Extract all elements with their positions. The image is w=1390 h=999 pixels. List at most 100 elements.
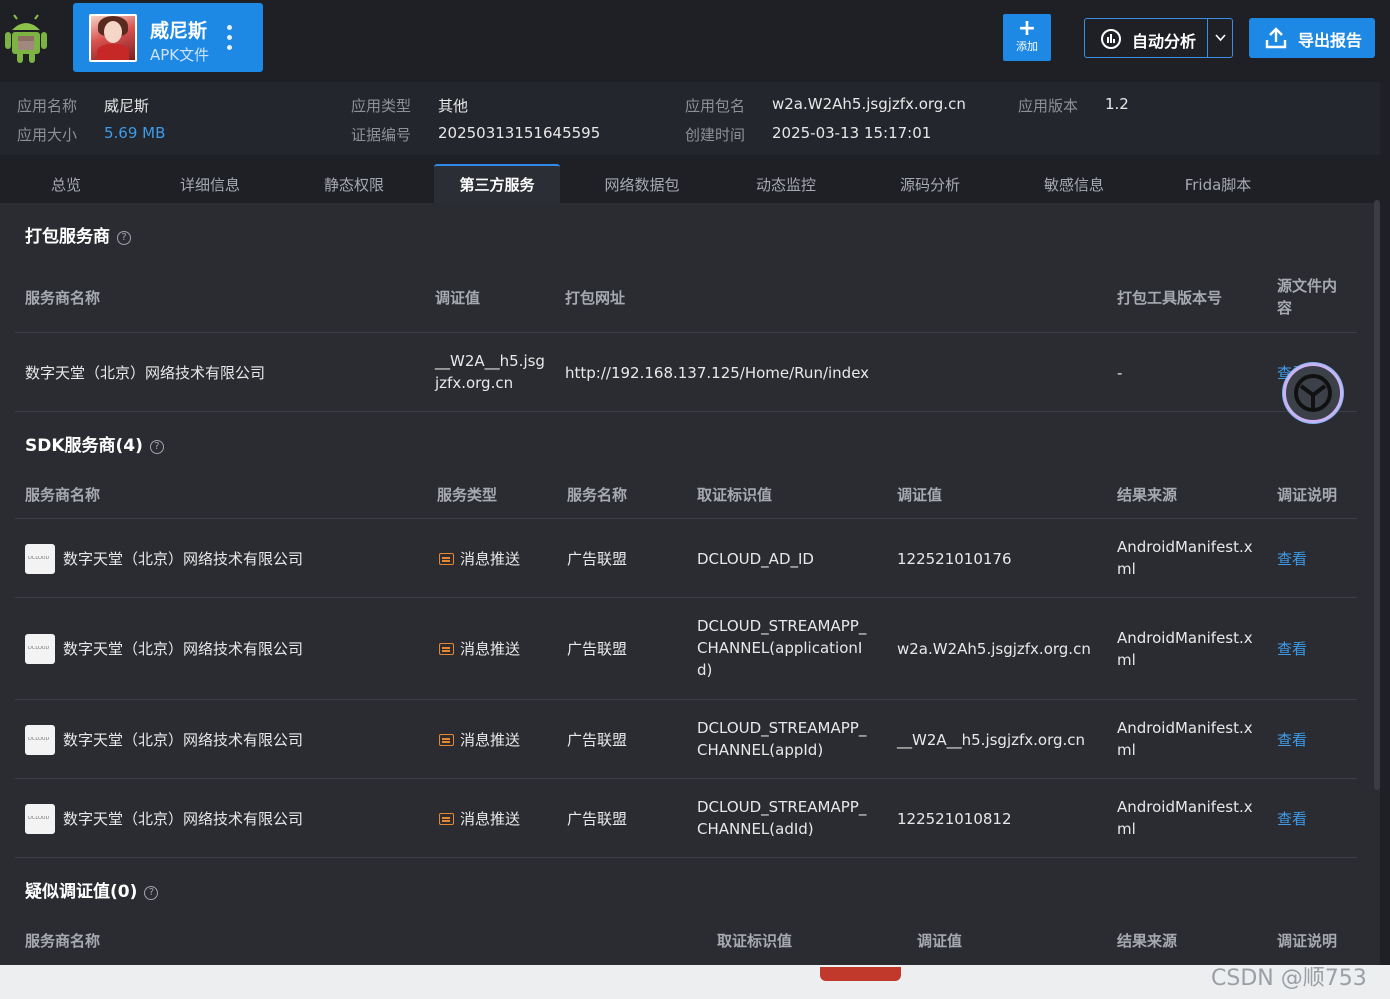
sdk-evidence: w2a.W2Ah5.jsgjzfx.org.cn — [897, 640, 1091, 658]
message-push-icon — [439, 734, 454, 746]
app-size-value: 5.69 MB — [104, 124, 166, 142]
col-provider-name: 服务商名称 — [25, 289, 101, 307]
col-source-content: 源文件内容 — [1277, 277, 1338, 317]
sdk-provider: 数字天堂（北京）网络技术有限公司 — [63, 640, 304, 658]
version-key: 应用版本 — [1018, 97, 1079, 115]
sdk-service-name: 广告联盟 — [567, 810, 628, 828]
tab-third-party-services[interactable]: 第三方服务 — [434, 164, 560, 204]
divider — [15, 778, 1357, 779]
export-report-button[interactable]: 导出报告 — [1249, 18, 1375, 58]
sdk-service-type: 消息推送 — [439, 638, 520, 660]
created-value: 2025-03-13 15:17:01 — [772, 124, 932, 142]
tab-overview[interactable]: 总览 — [3, 164, 129, 204]
sdk-view-link[interactable]: 查看 — [1277, 808, 1307, 830]
col-evidence: 调证值 — [435, 289, 481, 307]
page-footer-strip — [0, 965, 1390, 999]
suspect-section-title: 疑似调证值(0)? — [25, 877, 159, 902]
watermark: CSDN @顺753 — [1211, 966, 1367, 991]
packer-url: http://192.168.137.125/Home/Run/index — [565, 364, 870, 382]
tab-bar: 总览 详细信息 静态权限 第三方服务 网络数据包 动态监控 源码分析 敏感信息 … — [0, 164, 1380, 204]
export-report-label: 导出报告 — [1298, 31, 1363, 50]
packer-provider: 数字天堂（北京）网络技术有限公司 — [25, 364, 266, 382]
created-key: 创建时间 — [685, 126, 746, 144]
tab-frida-script[interactable]: Frida脚本 — [1155, 164, 1281, 204]
packer-section-title: 打包服务商? — [25, 222, 131, 247]
divider — [15, 699, 1357, 700]
cert-no-key: 证据编号 — [351, 126, 412, 144]
vertical-scrollbar[interactable] — [1374, 200, 1380, 790]
auto-analyze-button[interactable]: 自动分析 — [1084, 18, 1233, 58]
sdk-view-link[interactable]: 查看 — [1277, 548, 1307, 570]
app-card[interactable]: 威尼斯 APK文件 — [73, 3, 263, 72]
col-evidence-desc: 调证说明 — [1277, 932, 1338, 950]
sdk-provider: 数字天堂（北京）网络技术有限公司 — [63, 550, 304, 568]
sdk-evidence: 122521010176 — [897, 550, 1012, 568]
app-name-key: 应用名称 — [17, 97, 78, 115]
tab-details[interactable]: 详细信息 — [147, 164, 273, 204]
sdk-evidence: 122521010812 — [897, 810, 1012, 828]
app-name-value: 威尼斯 — [104, 97, 150, 115]
sdk-view-link[interactable]: 查看 — [1277, 729, 1307, 751]
packer-tool-version: - — [1117, 364, 1123, 382]
divider — [15, 597, 1357, 598]
button-divider — [1207, 19, 1208, 57]
assistant-float-button[interactable] — [1283, 363, 1343, 423]
col-id-key: 取证标识值 — [697, 486, 773, 504]
sdk-result-source: AndroidManifest.xml — [1117, 538, 1253, 578]
divider — [15, 332, 1357, 333]
help-icon[interactable]: ? — [144, 886, 159, 900]
sdk-id-key: DCLOUD_AD_ID — [697, 550, 814, 568]
app-file-type: APK文件 — [150, 46, 210, 64]
package-value: w2a.W2Ah5.jsgjzfx.org.cn — [772, 95, 966, 113]
sdk-view-link[interactable]: 查看 — [1277, 638, 1307, 660]
app-icon — [89, 14, 137, 62]
tab-static-permissions[interactable]: 静态权限 — [291, 164, 417, 204]
service-type-label: 消息推送 — [460, 810, 521, 828]
packer-title-text: 打包服务商 — [25, 227, 110, 247]
col-evidence: 调证值 — [917, 932, 963, 950]
tab-sensitive-info[interactable]: 敏感信息 — [1011, 164, 1137, 204]
col-pack-url: 打包网址 — [565, 289, 626, 307]
footer-red-tab — [820, 967, 901, 981]
provider-logo-icon: DCLOUD — [25, 725, 55, 755]
tab-source-analysis[interactable]: 源码分析 — [867, 164, 993, 204]
divider — [15, 411, 1357, 412]
sdk-evidence: __W2A__h5.jsgjzfx.org.cn — [897, 731, 1086, 749]
sdk-id-key: DCLOUD_STREAMAPP_CHANNEL(adId) — [697, 798, 867, 838]
message-push-icon — [439, 553, 454, 565]
app-info-panel: 应用名称 威尼斯 应用大小 5.69 MB 应用类型 其他 证据编号 20250… — [0, 82, 1380, 155]
tab-dynamic-monitor[interactable]: 动态监控 — [723, 164, 849, 204]
help-icon[interactable]: ? — [117, 231, 131, 245]
app-name: 威尼斯 — [150, 20, 208, 42]
message-push-icon — [439, 813, 454, 825]
more-vertical-icon[interactable] — [227, 25, 233, 51]
suspect-title-text: 疑似调证值(0) — [25, 882, 138, 902]
sdk-title-text: SDK服务商(4) — [25, 436, 143, 456]
provider-logo-icon: DCLOUD — [25, 634, 55, 664]
col-provider-name: 服务商名称 — [25, 932, 101, 950]
divider — [15, 857, 1357, 858]
provider-logo-icon: DCLOUD — [25, 544, 55, 574]
sdk-id-key: DCLOUD_STREAMAPP_CHANNEL(appId) — [697, 719, 867, 759]
service-type-label: 消息推送 — [460, 731, 521, 749]
col-provider-name: 服务商名称 — [25, 486, 101, 504]
tab-network-packets[interactable]: 网络数据包 — [579, 164, 705, 204]
sdk-service-type: 消息推送 — [439, 548, 520, 570]
col-result-source: 结果来源 — [1117, 932, 1178, 950]
sdk-service-name: 广告联盟 — [567, 731, 628, 749]
sdk-id-key: DCLOUD_STREAMAPP_CHANNEL(applicationId) — [697, 617, 867, 679]
analysis-icon — [1101, 29, 1121, 49]
app-type-value: 其他 — [438, 97, 469, 115]
app-type-key: 应用类型 — [351, 97, 412, 115]
android-logo-icon — [5, 14, 47, 63]
help-icon[interactable]: ? — [149, 440, 164, 454]
sdk-service-type: 消息推送 — [439, 808, 520, 830]
add-button[interactable]: + 添加 — [1003, 14, 1051, 61]
chevron-down-icon[interactable] — [1214, 31, 1227, 44]
col-tool-version: 打包工具版本号 — [1117, 289, 1223, 307]
package-key: 应用包名 — [685, 97, 746, 115]
plus-icon: + — [1017, 16, 1037, 41]
col-service-type: 服务类型 — [437, 486, 498, 504]
provider-logo-icon: DCLOUD — [25, 804, 55, 834]
service-type-label: 消息推送 — [460, 550, 521, 568]
